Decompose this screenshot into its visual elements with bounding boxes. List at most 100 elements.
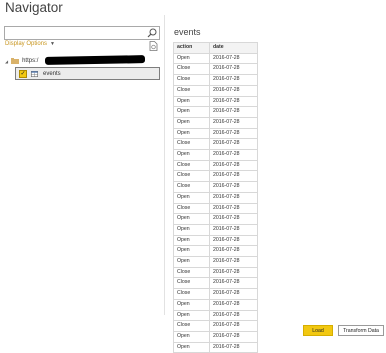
table-icon [31,70,38,77]
table-row: Close 2016-07-28 [173,84,258,97]
cell-action: Close [173,202,210,215]
display-options-dropdown[interactable]: Display Options ▼ [5,41,55,47]
cell-date: 2016-07-28 [209,63,258,76]
table-row: Close 2016-07-28 [173,170,258,183]
table-row: Open 2016-07-28 [173,149,258,161]
cell-action: Open [173,116,210,129]
display-options-label: Display Options [5,41,48,47]
chevron-down-icon: ▼ [50,41,55,47]
cell-action: Close [173,320,210,332]
tree-root-label: https:/ [22,58,39,64]
preview-title: events [174,27,201,37]
table-row: Open 2016-07-28 [173,341,258,353]
table-row: Open 2016-07-28 [173,95,258,108]
cell-date: 2016-07-28 [209,52,258,65]
table-row: Open 2016-07-28 [173,213,258,225]
table-row: Close 2016-07-28 [173,63,258,76]
column-header-date[interactable]: date [209,42,258,54]
collapse-triangle-icon[interactable]: ◢ [5,59,8,64]
table-row: Open 2016-07-28 [173,309,258,322]
table-row: Open 2016-07-28 [173,245,258,258]
cell-action: Open [173,52,210,65]
cell-date: 2016-07-28 [209,234,258,247]
cell-action: Open [173,213,210,225]
tree-item-label: events [43,70,61,77]
cell-action: Open [173,309,210,322]
cell-action: Open [173,298,210,311]
cell-date: 2016-07-28 [209,223,258,236]
cell-action: Open [173,256,210,268]
cell-date: 2016-07-28 [209,298,258,311]
preview-table: action date Open 2016-07-28 Close 2016-07-2… [173,42,258,353]
cell-action: Close [173,170,210,183]
table-row: Open 2016-07-28 [173,52,258,65]
cell-date: 2016-07-28 [209,256,258,268]
cell-action: Open [173,127,210,140]
table-row: Open 2016-07-28 [173,298,258,311]
panel-divider [164,15,165,315]
table-row: Open 2016-07-28 [173,191,258,204]
table-row: Close 2016-07-28 [173,288,258,300]
folder-icon [11,58,20,64]
cell-action: Close [173,266,210,279]
column-header-action[interactable]: action [173,42,210,54]
transform-data-button[interactable]: Transform Data [338,325,384,336]
cell-action: Close [173,181,210,193]
table-row: Open 2016-07-28 [173,127,258,140]
refresh-icon[interactable] [149,41,158,51]
cell-date: 2016-07-28 [209,116,258,129]
table-row: Close 2016-07-28 [173,277,258,290]
cell-date: 2016-07-28 [209,106,258,118]
cell-date: 2016-07-28 [209,245,258,258]
cell-action: Close [173,74,210,86]
cell-date: 2016-07-28 [209,320,258,332]
cell-action: Open [173,234,210,247]
cell-date: 2016-07-28 [209,138,258,151]
table-row: Open 2016-07-28 [173,106,258,118]
cell-date: 2016-07-28 [209,84,258,97]
events-checkbox[interactable]: ✓ [19,69,27,78]
cell-date: 2016-07-28 [209,149,258,161]
cell-date: 2016-07-28 [209,191,258,204]
cell-action: Open [173,245,210,258]
table-header-row: action date [173,42,258,54]
cell-action: Close [173,138,210,151]
table-row: Open 2016-07-28 [173,223,258,236]
cell-action: Open [173,106,210,118]
cell-date: 2016-07-28 [209,309,258,322]
cell-date: 2016-07-28 [209,288,258,300]
table-row: Open 2016-07-28 [173,256,258,268]
table-row: Open 2016-07-28 [173,234,258,247]
cell-action: Open [173,341,210,353]
table-row: Close 2016-07-28 [173,138,258,151]
cell-action: Open [173,149,210,161]
cell-date: 2016-07-28 [209,127,258,140]
cell-date: 2016-07-28 [209,266,258,279]
cell-action: Close [173,277,210,290]
cell-action: Open [173,95,210,108]
cell-date: 2016-07-28 [209,95,258,108]
search-input[interactable] [4,26,160,40]
tree-item-events[interactable]: ✓ events [15,67,160,80]
table-row: Close 2016-07-28 [173,74,258,86]
cell-date: 2016-07-28 [209,202,258,215]
load-button[interactable]: Load [303,325,333,336]
cell-date: 2016-07-28 [209,170,258,183]
table-row: Open 2016-07-28 [173,116,258,129]
window-title: Navigator [5,0,63,15]
cell-date: 2016-07-28 [209,181,258,193]
table-row: Close 2016-07-28 [173,159,258,172]
cell-action: Close [173,63,210,76]
cell-action: Open [173,223,210,236]
cell-date: 2016-07-28 [209,213,258,225]
table-row: Close 2016-07-28 [173,266,258,279]
table-row: Close 2016-07-28 [173,320,258,332]
cell-action: Close [173,288,210,300]
cell-date: 2016-07-28 [209,277,258,290]
cell-action: Open [173,191,210,204]
cell-action: Close [173,84,210,97]
cell-date: 2016-07-28 [209,74,258,86]
cell-date: 2016-07-28 [209,159,258,172]
table-row: Close 2016-07-28 [173,181,258,193]
search-icon[interactable] [146,27,158,39]
